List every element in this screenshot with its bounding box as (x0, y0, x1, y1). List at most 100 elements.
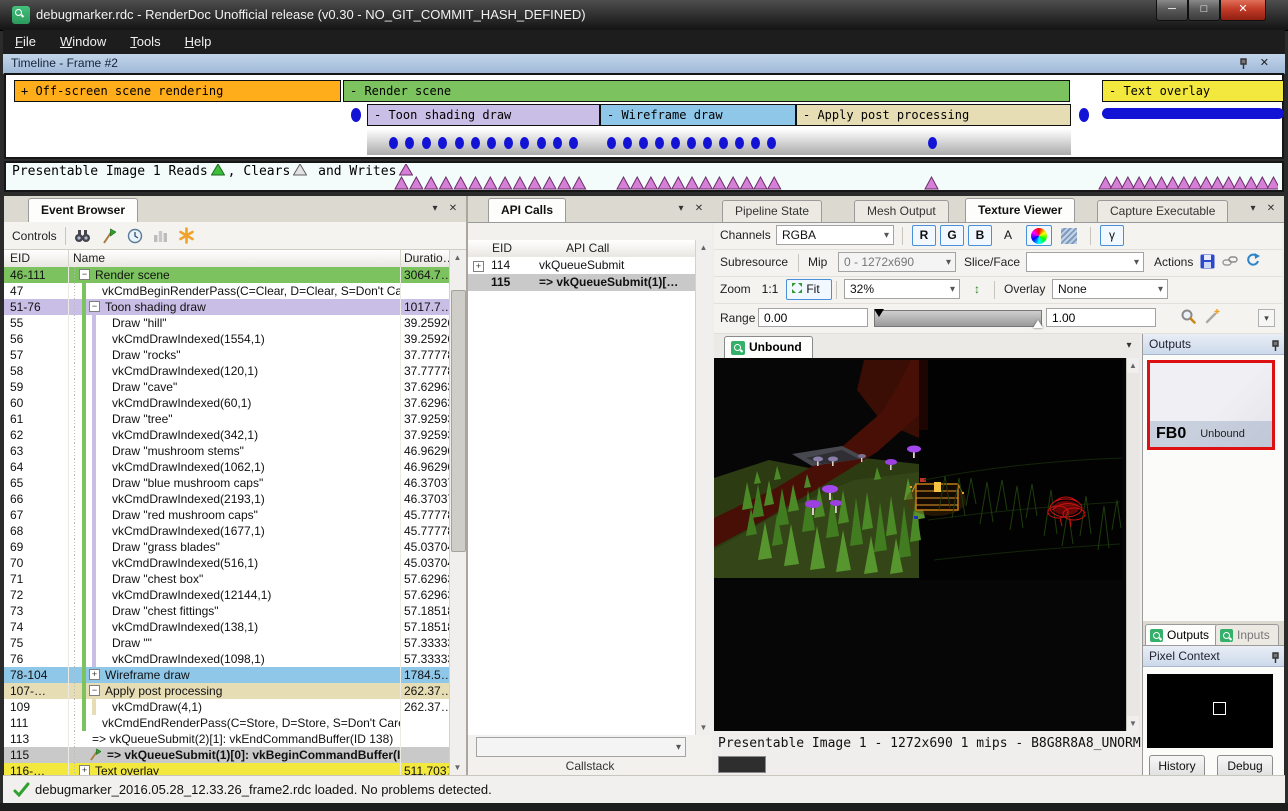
autofit-magnifier-icon[interactable] (1180, 308, 1197, 330)
resource-usage-track[interactable]: Presentable Image 1 Reads, Clears and Wr… (4, 161, 1284, 192)
range-slider[interactable] (874, 310, 1042, 327)
timeline-draw-dot[interactable] (767, 137, 776, 149)
output-thumbnail-fb0[interactable]: FB0 Unbound (1147, 360, 1275, 450)
timeline-draw-dot[interactable] (455, 137, 464, 149)
usage-triangle[interactable] (740, 177, 753, 189)
event-row[interactable]: 46-111−Render scene3064.7… (4, 267, 450, 283)
link-icon[interactable] (1222, 254, 1238, 273)
timeline-draw-dot[interactable] (751, 137, 760, 149)
event-row[interactable]: 47vkCmdBeginRenderPass(C=Clear, D=Clear,… (4, 283, 450, 299)
tree-expander-icon[interactable]: + (468, 257, 491, 274)
usage-triangle[interactable] (658, 177, 671, 189)
open-resource-icon[interactable] (1245, 253, 1261, 273)
usage-triangle[interactable] (1177, 177, 1190, 189)
column-eid[interactable]: EID (4, 250, 69, 267)
range-max-handle[interactable] (1033, 320, 1043, 328)
event-row[interactable]: 64vkCmdDrawIndexed(1062,1)46.96296 (4, 459, 450, 475)
timeline-draw-dot[interactable] (537, 137, 546, 149)
event-browser-scrollbar[interactable]: ▲ ▼ (449, 250, 466, 775)
event-row[interactable]: 74vkCmdDrawIndexed(138,1)57.18518 (4, 619, 450, 635)
tree-expander-icon[interactable]: + (89, 669, 100, 680)
close-icon[interactable]: ✕ (692, 202, 706, 216)
usage-triangle[interactable] (754, 177, 767, 189)
close-button[interactable]: ✕ (1220, 0, 1266, 21)
tab-outputs[interactable]: Outputs (1145, 624, 1218, 645)
callstack-frame-select[interactable] (476, 737, 686, 757)
scrollbar-thumb[interactable] (451, 290, 466, 552)
tab-texture-viewer[interactable]: Texture Viewer (965, 198, 1075, 222)
tab-inputs[interactable]: Inputs (1215, 624, 1279, 645)
range-min-input[interactable]: 0.00 (758, 308, 868, 327)
timeline-panel-header[interactable]: Timeline - Frame #2 ✕ (3, 54, 1285, 74)
usage-triangle[interactable] (617, 177, 630, 189)
range-options-dropdown-icon[interactable]: ▾ (1258, 309, 1275, 327)
close-icon[interactable]: ✕ (446, 202, 460, 216)
range-max-input[interactable]: 1.00 (1046, 308, 1156, 327)
api-table-header[interactable]: EID API Call (468, 240, 696, 258)
event-row[interactable]: 113=> vkQueueSubmit(2)[1]: vkEndCommandB… (4, 731, 450, 747)
usage-triangle[interactable] (1245, 177, 1258, 189)
event-row[interactable]: 68vkCmdDrawIndexed(1677,1)45.77778 (4, 523, 450, 539)
histogram-wand-icon[interactable] (1204, 308, 1221, 330)
event-row[interactable]: 75Draw ""57.33333 (4, 635, 450, 651)
usage-triangle[interactable] (1133, 177, 1146, 189)
timeline-draw-dot[interactable] (623, 137, 632, 149)
minimize-button[interactable]: ─ (1156, 0, 1188, 21)
event-row[interactable]: 65Draw "blue mushroom caps"46.37037 (4, 475, 450, 491)
menu-tools[interactable]: Tools (118, 30, 172, 49)
event-row[interactable]: 72vkCmdDrawIndexed(12144,1)57.62963 (4, 587, 450, 603)
usage-triangle[interactable] (631, 177, 644, 189)
colorwheel-button[interactable] (1026, 225, 1052, 246)
event-row[interactable]: 107-…−Apply post processing262.37… (4, 683, 450, 699)
gamma-button[interactable]: γ (1100, 225, 1124, 246)
usage-triangle[interactable] (925, 177, 938, 189)
timeline-eid-dot[interactable] (351, 108, 361, 122)
usage-triangle[interactable] (410, 177, 423, 189)
usage-triangle[interactable] (395, 177, 408, 189)
usage-triangle[interactable] (439, 177, 452, 189)
usage-triangle[interactable] (294, 164, 307, 175)
channel-r-button[interactable]: R (912, 225, 936, 246)
usage-triangle[interactable] (1110, 177, 1123, 189)
title-bar[interactable]: debugmarker.rdc - RenderDoc Unofficial r… (0, 0, 1288, 31)
usage-triangle[interactable] (469, 177, 482, 189)
flip-y-icon[interactable]: ↕ (966, 279, 988, 300)
column-duration[interactable]: Duratio… (400, 250, 450, 267)
dock-menu-icon[interactable]: ▾ (1246, 202, 1260, 216)
api-calls-scrollbar[interactable]: ▲ ▼ (695, 240, 712, 735)
usage-triangle[interactable] (1121, 177, 1134, 189)
range-min-handle[interactable] (874, 309, 884, 317)
event-row[interactable]: 60vkCmdDrawIndexed(60,1)37.62963 (4, 395, 450, 411)
event-row[interactable]: 56vkCmdDrawIndexed(1554,1)39.25926 (4, 331, 450, 347)
usage-triangle[interactable] (672, 177, 685, 189)
usage-triangle[interactable] (513, 177, 526, 189)
menu-window[interactable]: Window (48, 30, 118, 49)
alpha-checker-button[interactable] (1056, 225, 1082, 246)
zoom-1to1-button[interactable]: 1:1 (756, 279, 784, 300)
dock-menu-icon[interactable]: ▾ (428, 202, 442, 216)
tree-expander-icon[interactable]: − (89, 685, 100, 696)
event-row[interactable]: 71Draw "chest box"57.62963 (4, 571, 450, 587)
timeline-draw-dot[interactable] (389, 137, 398, 149)
dock-menu-icon[interactable]: ▾ (674, 202, 688, 216)
tab-event-browser[interactable]: Event Browser (28, 198, 138, 222)
api-call-row[interactable]: 115=> vkQueueSubmit(1)[… (468, 274, 696, 291)
timeline-draw-dot[interactable] (703, 137, 712, 149)
zoom-level-select[interactable]: 32% (844, 279, 960, 299)
event-row[interactable]: 58vkCmdDrawIndexed(120,1)37.77778 (4, 363, 450, 379)
tab-pipeline-state[interactable]: Pipeline State (722, 200, 822, 222)
menu-file[interactable]: File (3, 30, 48, 49)
usage-triangle-row[interactable] (6, 176, 1278, 191)
timeline-marker-bar[interactable]: + Off-screen scene rendering (14, 80, 341, 102)
usage-triangle[interactable] (1200, 177, 1213, 189)
history-button[interactable]: History (1149, 755, 1205, 775)
pixel-context-view[interactable] (1147, 674, 1273, 748)
event-row[interactable]: 67Draw "red mushroom caps"45.77778 (4, 507, 450, 523)
zoom-fit-button[interactable]: Fit (786, 279, 832, 300)
find-icon[interactable] (74, 228, 92, 244)
event-row[interactable]: 59Draw "cave"37.62963 (4, 379, 450, 395)
usage-triangle[interactable] (558, 177, 571, 189)
api-call-row[interactable]: +114vkQueueSubmit (468, 257, 696, 274)
scroll-down-icon[interactable]: ▼ (1127, 716, 1139, 731)
mip-select[interactable]: 0 - 1272x690 (838, 252, 956, 272)
